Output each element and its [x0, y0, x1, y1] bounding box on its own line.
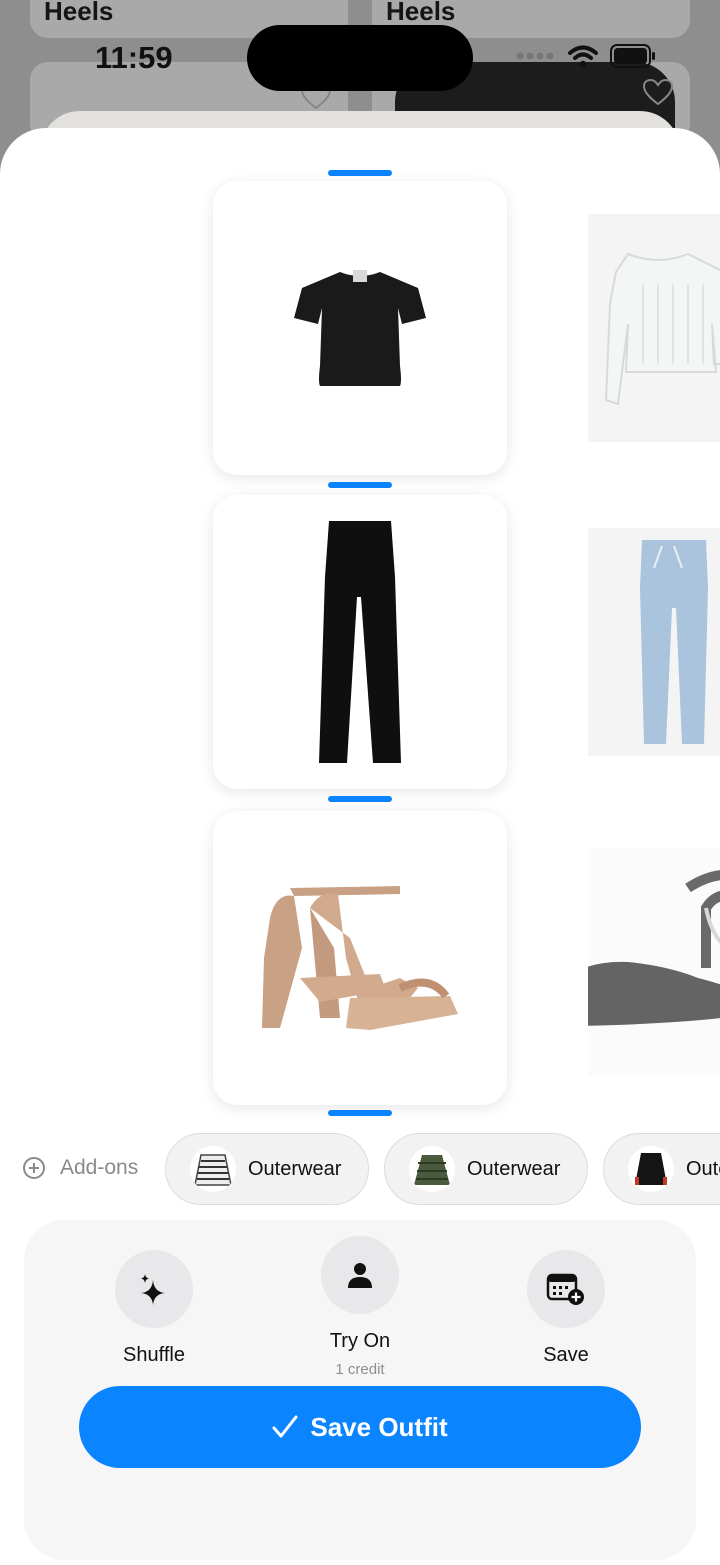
save-circle [527, 1250, 605, 1328]
sparkle-icon [141, 1274, 165, 1305]
heart-icon [642, 78, 674, 106]
light-jeans-image [640, 540, 708, 744]
background-card-label: Heels [386, 0, 456, 26]
carousel-indicator [328, 1110, 392, 1116]
status-time: 11:59 [95, 40, 173, 75]
shuffle-circle [115, 1250, 193, 1328]
addon-chip-label: Outerwear [467, 1157, 561, 1180]
addon-chip-outerwear[interactable]: Oute [603, 1133, 720, 1205]
outfit-builder-sheet: Add-ons Outerwear Outerwear Out Shuffle … [0, 128, 720, 1565]
save-label: Save [543, 1344, 589, 1366]
alt-shoes-card[interactable] [588, 848, 720, 1076]
gray-flat-shoe-image [588, 870, 720, 1026]
action-panel: Shuffle Try On 1 credit Save Save Outfit [24, 1220, 696, 1560]
save-outfit-label: Save Outfit [310, 1411, 448, 1442]
addon-chip-label: Oute [686, 1157, 720, 1180]
try-on-credit: 1 credit [335, 1361, 385, 1378]
carousel-indicator [328, 170, 392, 176]
alt-top-card[interactable] [588, 214, 720, 442]
wifi-icon [568, 45, 598, 68]
black-tshirt-image [294, 270, 426, 386]
save-calendar-button[interactable]: Save [486, 1250, 646, 1367]
carousel-indicator [328, 796, 392, 802]
checkmark-icon [272, 1415, 298, 1438]
addons-row: Add-ons Outerwear Outerwear Out [0, 1130, 720, 1206]
top-item-card[interactable] [213, 181, 507, 475]
addon-chip-outerwear[interactable]: Outerwear [384, 1133, 588, 1205]
shuffle-label: Shuffle [123, 1344, 185, 1366]
try-on-button[interactable]: Try On 1 credit [280, 1236, 440, 1378]
alt-bottom-card[interactable] [588, 528, 720, 756]
person-icon [348, 1263, 372, 1288]
calendar-add-icon [546, 1273, 584, 1305]
dynamic-island [247, 25, 473, 91]
background-card-label: Heels [44, 0, 114, 26]
green-puffer-thumbnail [409, 1146, 455, 1192]
addons-label-text: Add-ons [60, 1156, 139, 1179]
carousel-indicator [328, 482, 392, 488]
black-jacket-thumbnail [628, 1146, 674, 1192]
black-trousers-image [319, 521, 401, 763]
add-circle-icon[interactable] [22, 1156, 46, 1180]
signal-icon [516, 52, 554, 60]
shuffle-button[interactable]: Shuffle [74, 1250, 234, 1367]
addon-chip-label: Outerwear [248, 1157, 342, 1180]
save-outfit-button[interactable]: Save Outfit [79, 1386, 641, 1468]
status-icons [516, 44, 656, 68]
try-on-circle [321, 1236, 399, 1314]
striped-jacket-thumbnail [190, 1146, 236, 1192]
try-on-label: Try On [329, 1330, 391, 1352]
shoes-item-card[interactable] [213, 811, 507, 1105]
white-sweater-image [604, 252, 720, 406]
bottom-item-card[interactable] [213, 495, 507, 789]
addon-chip-outerwear[interactable]: Outerwear [165, 1133, 369, 1205]
nude-heels-image [262, 886, 458, 1030]
addons-label: Add-ons [22, 1156, 138, 1180]
battery-icon [610, 44, 655, 68]
